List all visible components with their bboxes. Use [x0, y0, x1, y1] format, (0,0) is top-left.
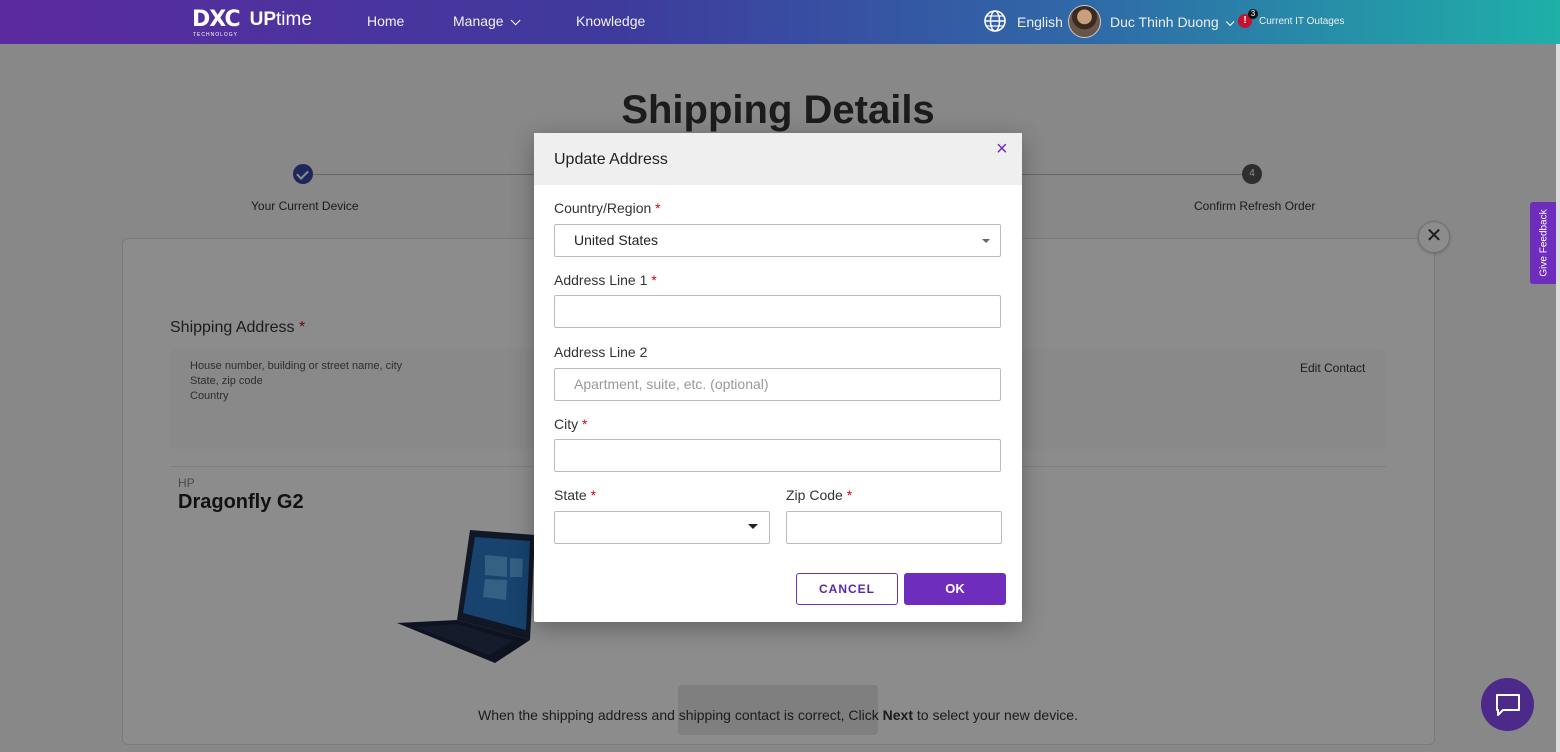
- logo-time-text: time: [276, 9, 312, 30]
- chevron-down-icon: [510, 15, 521, 26]
- chevron-down-icon: [1225, 17, 1235, 27]
- dxc-uptime-logo[interactable]: DXC TECHNOLOGY UPtime: [192, 7, 312, 39]
- dialog-header: Update Address ×: [534, 133, 1022, 185]
- city-label-text: City: [554, 416, 579, 432]
- zip-code-input[interactable]: [786, 511, 1002, 544]
- globe-icon[interactable]: [983, 9, 1007, 33]
- city-input[interactable]: [554, 439, 1001, 472]
- country-select[interactable]: United States: [554, 224, 1001, 257]
- cancel-button[interactable]: CANCEL: [796, 573, 898, 605]
- logo-dxc-text: DXC: [192, 7, 241, 32]
- give-feedback-label: Give Feedback: [1538, 209, 1550, 277]
- chat-button[interactable]: [1481, 678, 1534, 731]
- required-mark: *: [846, 487, 853, 503]
- outages-link[interactable]: Current IT Outages: [1259, 16, 1344, 27]
- required-mark: *: [655, 200, 661, 216]
- required-mark: *: [582, 416, 588, 432]
- chevron-down-icon: [748, 524, 758, 529]
- outage-count-badge: 3: [1248, 9, 1258, 19]
- user-avatar[interactable]: [1068, 5, 1101, 38]
- language-selector[interactable]: English: [1017, 14, 1063, 30]
- address1-label-text: Address Line 1: [554, 272, 648, 288]
- city-label: City *: [554, 416, 587, 432]
- address1-label: Address Line 1 *: [554, 272, 657, 288]
- zip-label-text: Zip Code: [786, 487, 843, 503]
- country-label: Country/Region *: [554, 200, 661, 216]
- top-nav-bar: DXC TECHNOLOGY UPtime Home Manage Knowle…: [0, 0, 1560, 44]
- give-feedback-tab[interactable]: Give Feedback: [1530, 202, 1558, 284]
- nav-home-link[interactable]: Home: [367, 13, 404, 29]
- close-icon[interactable]: ×: [996, 139, 1008, 159]
- state-label: State *: [554, 487, 596, 503]
- required-mark: *: [651, 272, 657, 288]
- country-label-text: Country/Region: [554, 200, 652, 216]
- user-name: Duc Thinh Duong: [1110, 14, 1219, 30]
- address-line-1-input[interactable]: [554, 295, 1001, 328]
- logo-sub-text: TECHNOLOGY: [193, 32, 239, 38]
- logo-uptime-text: UPtime: [250, 8, 312, 32]
- nav-knowledge-link[interactable]: Knowledge: [576, 13, 645, 29]
- page-scrollbar[interactable]: [1556, 44, 1560, 752]
- zip-label: Zip Code *: [786, 487, 852, 503]
- state-select[interactable]: [554, 511, 770, 544]
- required-mark: *: [590, 487, 597, 503]
- dialog-title: Update Address: [554, 151, 668, 168]
- user-menu[interactable]: Duc Thinh Duong: [1110, 14, 1235, 30]
- chevron-down-icon: [982, 239, 990, 243]
- address2-label: Address Line 2: [554, 344, 648, 360]
- state-label-text: State: [554, 487, 587, 503]
- ok-button[interactable]: OK: [904, 573, 1006, 605]
- logo-up-text: UP: [249, 9, 276, 30]
- chat-bubble-icon: [1496, 694, 1520, 716]
- nav-manage-label: Manage: [453, 13, 504, 29]
- country-value: United States: [574, 232, 659, 248]
- update-address-dialog: Update Address × Country/Region * United…: [534, 133, 1022, 622]
- nav-manage-menu[interactable]: Manage: [453, 13, 521, 29]
- address-line-2-input[interactable]: Apartment, suite, etc. (optional): [554, 368, 1001, 401]
